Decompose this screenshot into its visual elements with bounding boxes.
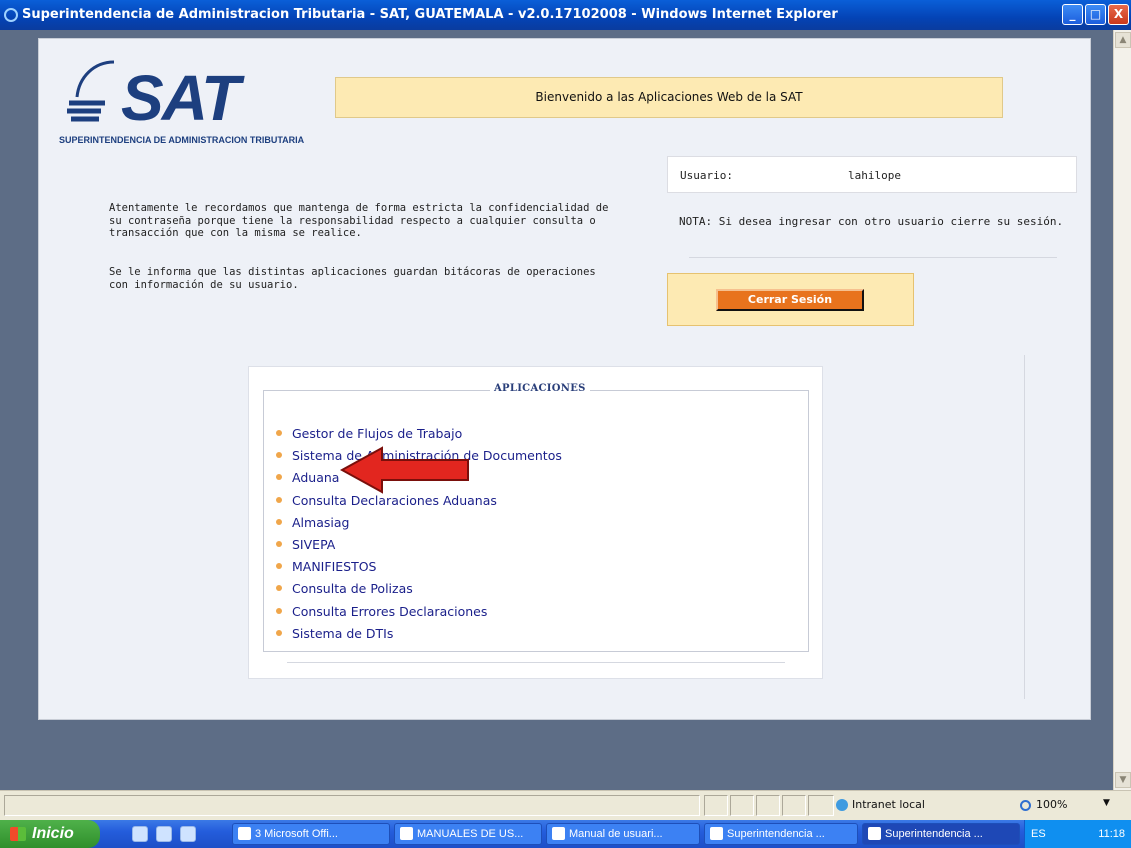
bullet-icon	[276, 607, 282, 614]
window-title: Superintendencia de Administracion Tribu…	[22, 7, 838, 22]
window-controls: _ □ X	[1062, 4, 1129, 25]
scroll-up-icon[interactable]: ▲	[1115, 32, 1131, 48]
ie-icon	[710, 827, 723, 840]
bullet-icon	[276, 452, 282, 459]
logout-note: NOTA: Si desea ingresar con otro usuario…	[679, 215, 1064, 228]
zoom-level[interactable]: 100%	[1036, 798, 1067, 811]
language-indicator[interactable]: ES	[1031, 820, 1046, 848]
taskbar-item-manual-word[interactable]: Manual de usuari...	[546, 823, 700, 845]
close-button[interactable]: X	[1108, 4, 1129, 25]
logo-subtitle: SUPERINTENDENCIA DE ADMINISTRACION TRIBU…	[59, 135, 305, 145]
status-segment	[808, 795, 834, 816]
logo-wordmark: SAT	[121, 62, 240, 134]
logout-box: Cerrar Sesión	[667, 273, 914, 326]
ie-icon	[868, 827, 881, 840]
welcome-banner: Bienvenido a las Aplicaciones Web de la …	[335, 77, 1003, 118]
bullet-icon	[276, 563, 282, 570]
minimize-button[interactable]: _	[1062, 4, 1083, 25]
taskbar-item-manuales[interactable]: MANUALES DE US...	[394, 823, 542, 845]
quick-launch	[132, 826, 196, 842]
confidentiality-notice: Atentamente le recordamos que mantenga d…	[109, 202, 609, 239]
office-icon	[238, 827, 251, 840]
word-icon	[552, 827, 565, 840]
start-button[interactable]: Inicio	[0, 820, 100, 848]
bullet-icon	[276, 585, 282, 592]
clock: 11:18	[1098, 828, 1125, 840]
status-segment	[782, 795, 806, 816]
taskbar-item-office[interactable]: 3 Microsoft Offi...	[232, 823, 390, 845]
divider	[287, 662, 785, 663]
app-link-almasiag[interactable]: Almasiag	[274, 515, 562, 537]
user-value: lahilope	[848, 169, 901, 182]
sat-emblem-icon	[67, 60, 115, 122]
sat-logo: SAT SUPERINTENDENCIA DE ADMINISTRACION T…	[59, 53, 329, 153]
browser-window: Superintendencia de Administracion Tribu…	[0, 0, 1131, 820]
title-bar: Superintendencia de Administracion Tribu…	[0, 0, 1131, 30]
bullet-icon	[276, 430, 282, 436]
taskbar: Inicio 3 Microsoft Offi... MANUALES DE U…	[0, 820, 1131, 848]
bullet-icon	[276, 518, 282, 525]
sat-page: SAT SUPERINTENDENCIA DE ADMINISTRACION T…	[38, 38, 1091, 720]
ie-launch-icon[interactable]	[132, 826, 148, 842]
app-link-sivepa[interactable]: SIVEPA	[274, 537, 562, 559]
app-link-consulta-declaraciones[interactable]: Consulta Declaraciones Aduanas	[274, 493, 562, 515]
app-launch-icon[interactable]	[156, 826, 172, 842]
divider	[689, 257, 1057, 258]
log-notice: Se le informa que las distintas aplicaci…	[109, 266, 596, 291]
browser-launch-icon[interactable]	[180, 826, 196, 842]
bullet-icon	[276, 496, 282, 503]
scroll-down-icon[interactable]: ▼	[1115, 772, 1131, 788]
app-link-consulta-polizas[interactable]: Consulta de Polizas	[274, 581, 562, 603]
taskbar-item-ie-2[interactable]: Superintendencia ...	[862, 823, 1020, 845]
logout-button[interactable]: Cerrar Sesión	[716, 289, 864, 311]
applications-legend: APLICACIONES	[490, 383, 590, 394]
ie-icon	[4, 8, 18, 22]
vertical-scrollbar[interactable]: ▲ ▼	[1113, 30, 1131, 790]
app-link-manifiestos[interactable]: MANIFIESTOS	[274, 559, 562, 581]
windows-flag-icon	[10, 827, 26, 841]
bullet-icon	[276, 474, 282, 481]
folder-icon	[400, 827, 413, 840]
security-zone: Intranet local	[852, 798, 925, 811]
browser-viewport: SAT SUPERINTENDENCIA DE ADMINISTRACION T…	[0, 30, 1113, 790]
intranet-globe-icon	[836, 799, 848, 811]
app-link-sistema-dtis[interactable]: Sistema de DTIs	[274, 626, 562, 648]
status-segment	[730, 795, 754, 816]
user-box: Usuario: lahilope	[667, 156, 1077, 193]
applications-panel: APLICACIONES Gestor de Flujos de Trabajo…	[248, 366, 823, 679]
status-segment	[704, 795, 728, 816]
bullet-icon	[276, 629, 282, 636]
zoom-icon	[1020, 800, 1031, 811]
zoom-dropdown-icon[interactable]: ▼	[1103, 798, 1110, 808]
taskbar-item-ie-1[interactable]: Superintendencia ...	[704, 823, 858, 845]
applications-fieldset: APLICACIONES Gestor de Flujos de Trabajo…	[263, 383, 809, 652]
app-link-consulta-errores[interactable]: Consulta Errores Declaraciones	[274, 604, 562, 626]
app-link-gestor-flujos[interactable]: Gestor de Flujos de Trabajo	[274, 426, 562, 448]
status-text-area	[4, 795, 700, 816]
maximize-button[interactable]: □	[1085, 4, 1106, 25]
status-segment	[756, 795, 780, 816]
status-bar: Intranet local 100% ▼	[0, 790, 1131, 820]
user-label: Usuario:	[680, 169, 733, 182]
bullet-icon	[276, 540, 282, 547]
red-arrow-annotation-icon	[340, 446, 469, 494]
system-tray: ES 11:18	[1024, 820, 1131, 848]
